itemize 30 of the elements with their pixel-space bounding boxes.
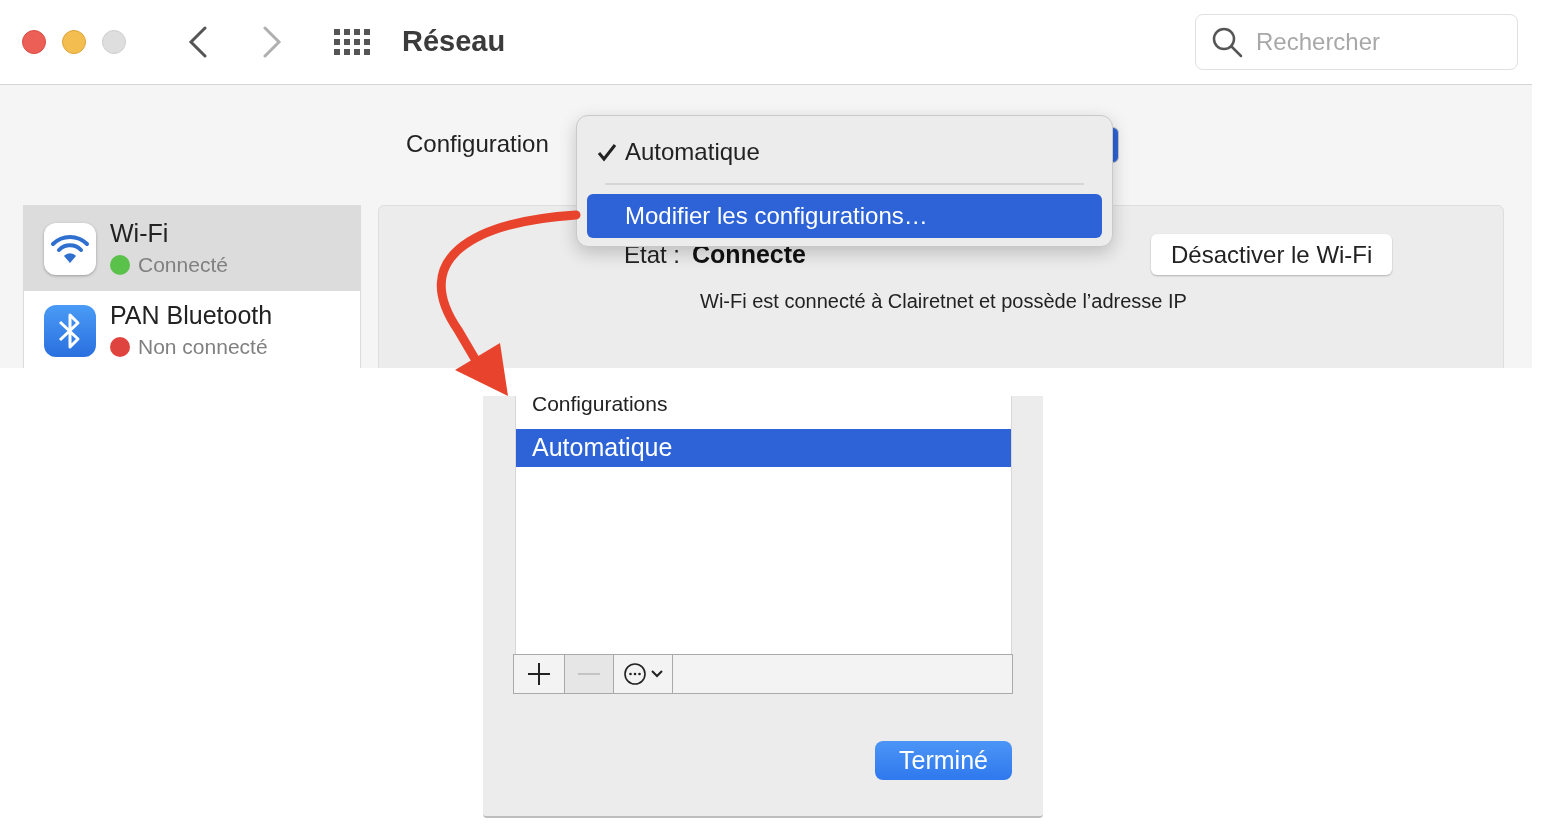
disable-wifi-button[interactable]: Désactiver le Wi-Fi (1151, 234, 1393, 275)
list-heading: Configurations (532, 392, 668, 416)
state-value: Connecte (692, 239, 806, 270)
service-status: Connecté (138, 251, 228, 278)
back-icon[interactable] (188, 26, 208, 58)
configuration-label: Configuration (406, 129, 549, 159)
status-description: Wi-Fi est connecté à Clairetnet et possède l’adresse IP (700, 289, 1187, 314)
service-name: PAN Bluetooth (110, 300, 273, 332)
menu-item[interactable]: Automatique (587, 130, 1102, 174)
service-status: Non connecté (138, 334, 268, 361)
window-title: Réseau (402, 24, 506, 60)
done-button[interactable]: Terminé (875, 741, 1012, 780)
service-name: Wi-Fi (110, 217, 170, 249)
minus-icon (578, 672, 600, 676)
minimize-button[interactable] (62, 30, 86, 54)
search-field[interactable]: Rechercher (1195, 14, 1518, 70)
chevron-down-icon (650, 670, 663, 678)
list-item[interactable]: Automatique (516, 429, 1011, 467)
menu-item[interactable]: Modifier les configurations… (587, 194, 1102, 238)
forward-icon[interactable] (262, 26, 282, 58)
bluetooth-icon (44, 305, 96, 357)
ellipsis-circle-icon (623, 663, 646, 685)
wifi-icon (44, 222, 96, 275)
state-label: Etat : (624, 240, 681, 270)
grid-icon[interactable] (334, 29, 372, 55)
service-item[interactable]: Wi-Fi Connecté (24, 206, 360, 291)
close-button[interactable] (22, 30, 46, 54)
search-icon (1211, 26, 1243, 58)
plus-icon (528, 663, 550, 685)
checkmark-icon (597, 142, 617, 162)
